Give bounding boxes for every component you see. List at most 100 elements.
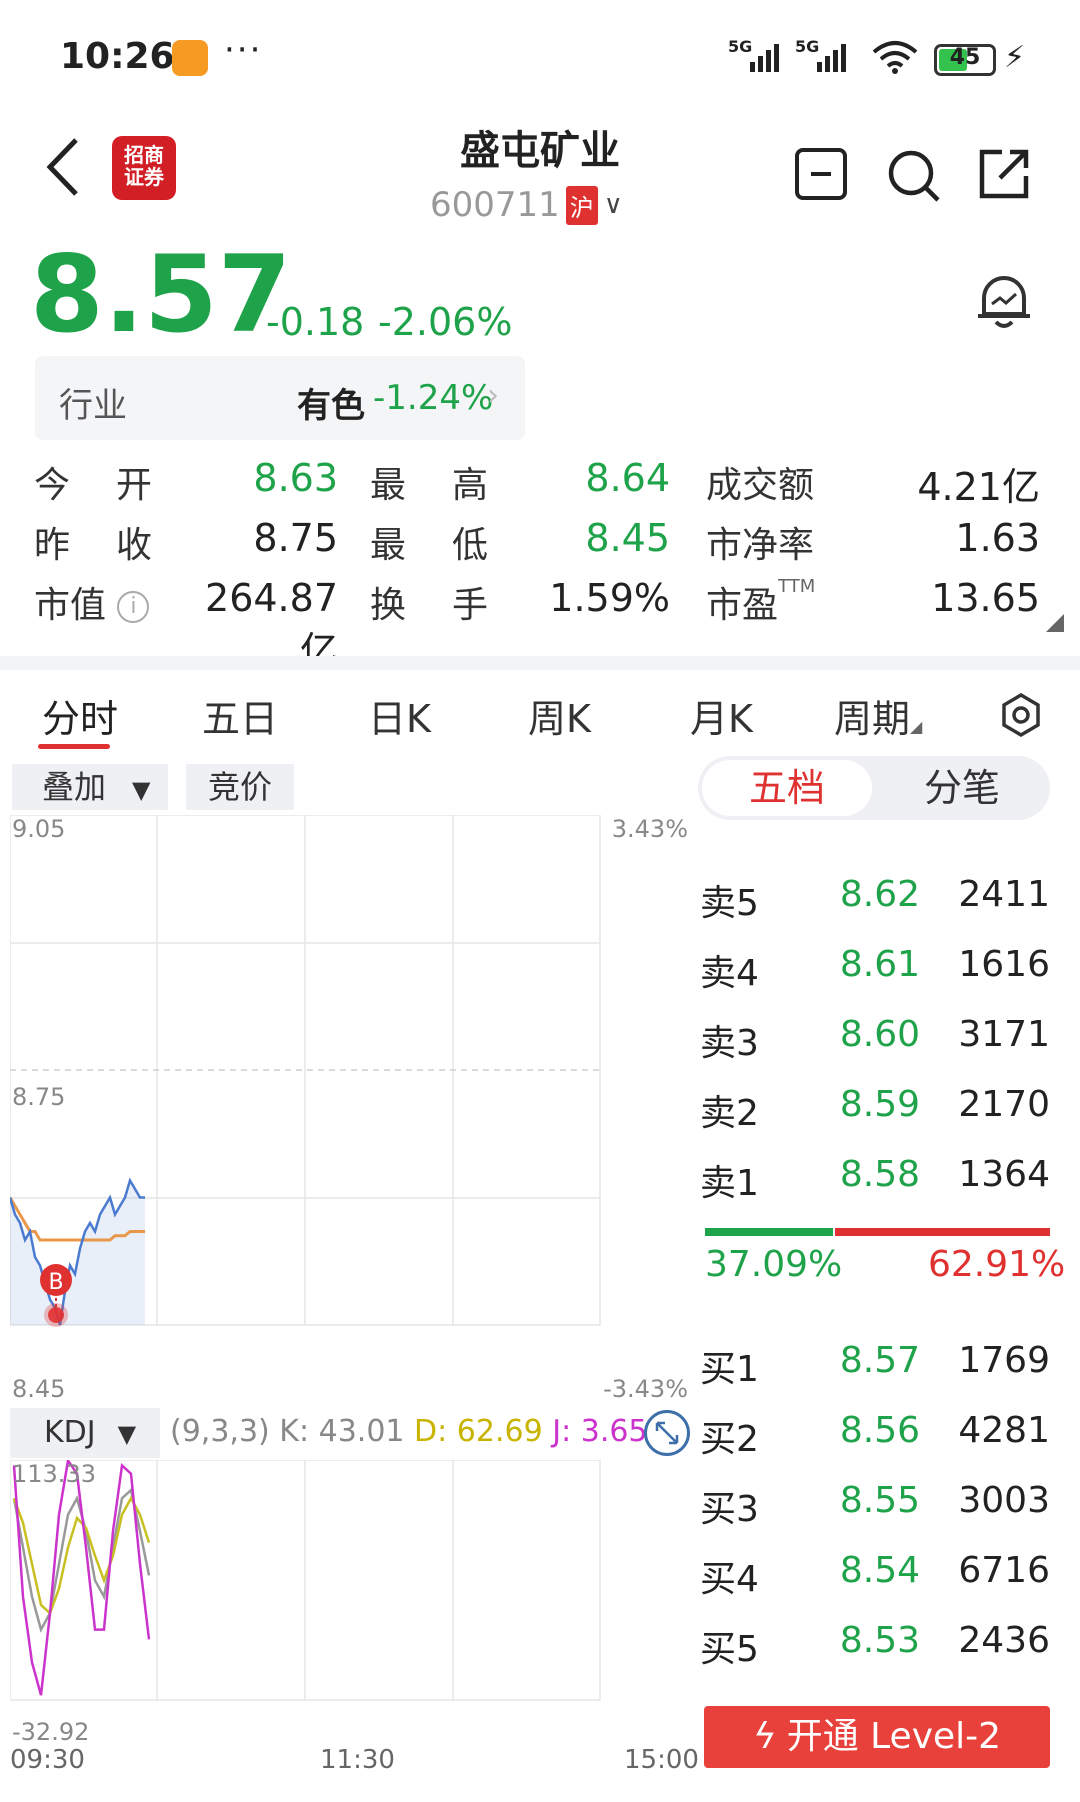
ask-row[interactable]: 卖5 8.62 2411 — [700, 866, 1050, 926]
svg-text:5G: 5G — [795, 37, 819, 56]
pe-label: 市盈TTM — [706, 576, 816, 626]
turnover-value: 1.59% — [549, 576, 670, 620]
overlay-dropdown[interactable]: 叠加 ▼ — [12, 764, 168, 810]
search-icon[interactable] — [886, 148, 942, 204]
buy-sell-ratio-bar — [705, 1228, 1050, 1236]
open-level2-button[interactable]: ϟ 开通 Level-2 — [704, 1706, 1050, 1768]
kdj-min-label: -32.92 — [12, 1718, 89, 1745]
market-cap-label[interactable]: 市值 i — [34, 576, 150, 628]
prev-close-label: 昨收 — [34, 525, 152, 566]
time-end: 15:00 — [624, 1745, 699, 1775]
stock-code-selector[interactable]: 600711 沪 ∨ — [430, 182, 623, 228]
bid-volume: 1769 — [958, 1340, 1050, 1381]
pct-axis-low: -3.43% — [603, 1375, 688, 1403]
order-book-tabs: 五档 分笔 — [698, 756, 1050, 820]
tab-intraday[interactable]: 分时 — [42, 688, 118, 743]
more-notifications-icon: ··· — [224, 30, 263, 70]
pe-value: 13.65 — [931, 576, 1040, 620]
tab-daily-k[interactable]: 日K — [368, 688, 431, 743]
chevron-down-icon: ∨ — [603, 190, 623, 220]
share-icon[interactable] — [976, 146, 1032, 202]
bid-volume: 3003 — [958, 1480, 1050, 1521]
low-value: 8.45 — [585, 516, 670, 560]
y-axis-high: 9.05 — [12, 815, 65, 843]
tab-weekly-k[interactable]: 周K — [528, 688, 591, 743]
ask-row[interactable]: 卖2 8.59 2170 — [700, 1076, 1050, 1136]
turnover-label: 换手 — [370, 585, 488, 626]
bid-volume: 4281 — [958, 1410, 1050, 1451]
ask-price: 8.62 — [839, 874, 920, 915]
bid-volume: 2436 — [958, 1620, 1050, 1661]
ask-level-label: 卖4 — [700, 953, 759, 994]
high-value: 8.64 — [585, 456, 670, 500]
ask-level-label: 卖1 — [700, 1163, 759, 1204]
tab-period[interactable]: 周期◢ — [834, 688, 922, 743]
kdj-max-label: 113.33 — [12, 1460, 96, 1488]
auction-button[interactable]: 竞价 — [186, 764, 294, 810]
open-label: 今开 — [34, 465, 152, 506]
intraday-chart[interactable]: 9.05 8.75 8.45 3.43% -3.43% B — [10, 815, 690, 1405]
ask-row[interactable]: 卖1 8.58 1364 — [700, 1146, 1050, 1206]
industry-link[interactable]: 行业 有色 -1.24% › — [35, 356, 525, 440]
tab-monthly-k[interactable]: 月K — [690, 688, 753, 743]
price-change: -0.18 — [266, 300, 365, 344]
time-mid: 11:30 — [320, 1745, 395, 1775]
ask-volume: 3171 — [958, 1014, 1050, 1055]
fullscreen-expand-icon[interactable] — [644, 1410, 690, 1456]
ask-price: 8.59 — [839, 1084, 920, 1125]
last-price: 8.57 — [30, 233, 292, 356]
settings-icon[interactable] — [998, 692, 1044, 738]
ask-level-label: 卖2 — [700, 1093, 759, 1134]
tab-five-levels[interactable]: 五档 — [702, 760, 872, 816]
kdj-chart[interactable]: 113.33 -32.92 — [10, 1460, 690, 1745]
ask-level-label: 卖3 — [700, 1023, 759, 1064]
tab-five-day[interactable]: 五日 — [202, 688, 278, 743]
ask-row[interactable]: 卖3 8.60 3171 — [700, 1006, 1050, 1066]
stock-name: 盛屯矿业 — [460, 128, 620, 174]
status-time: 10:26 — [60, 36, 175, 77]
bid-price: 8.56 — [839, 1410, 920, 1451]
price-alert-bell-icon[interactable] — [974, 270, 1034, 330]
indicator-dropdown[interactable]: KDJ ▼ — [10, 1408, 160, 1458]
tab-tick-trades[interactable]: 分笔 — [878, 760, 1046, 816]
ask-level-label: 卖5 — [700, 883, 759, 924]
status-bar: 10:26 ··· 5G 5G 45 ⚡ — [0, 0, 1080, 110]
ask-volume: 2170 — [958, 1084, 1050, 1125]
bid-row[interactable]: 买2 8.56 4281 — [700, 1402, 1050, 1462]
industry-label: 行业 — [59, 386, 127, 426]
high-label: 最高 — [370, 465, 488, 506]
back-button[interactable] — [40, 132, 90, 202]
ask-volume: 1364 — [958, 1154, 1050, 1195]
price-change-percent: -2.06% — [378, 300, 513, 344]
ask-row[interactable]: 卖4 8.61 1616 — [700, 936, 1050, 996]
wifi-icon — [872, 41, 918, 74]
bid-volume: 6716 — [958, 1550, 1050, 1591]
ask-price: 8.60 — [839, 1014, 920, 1055]
expand-quotes-icon[interactable] — [1046, 614, 1064, 632]
bid-row[interactable]: 买1 8.57 1769 — [700, 1332, 1050, 1392]
sell-ratio: 62.91% — [928, 1244, 1066, 1285]
open-value: 8.63 — [253, 456, 338, 500]
bid-row[interactable]: 买4 8.54 6716 — [700, 1542, 1050, 1602]
battery-icon: 45 — [934, 44, 996, 76]
info-icon: i — [117, 591, 150, 623]
stock-code: 600711 — [430, 185, 560, 225]
amount-value: 4.21亿 — [917, 465, 1040, 509]
svg-text:5G: 5G — [728, 37, 752, 56]
market-badge: 沪 — [565, 185, 598, 225]
svg-text:B: B — [48, 1270, 63, 1295]
signal-5g-icon: 5G — [795, 37, 846, 72]
bid-level-label: 买3 — [700, 1489, 759, 1530]
bid-row[interactable]: 买5 8.53 2436 — [700, 1612, 1050, 1672]
price-area — [10, 1180, 145, 1325]
signal-5g-icon: 5G — [728, 37, 779, 72]
pct-axis-high: 3.43% — [612, 815, 688, 843]
section-divider — [0, 656, 1080, 670]
bid-price: 8.55 — [839, 1480, 920, 1521]
active-tab-indicator — [38, 744, 110, 749]
bid-row[interactable]: 买3 8.55 3003 — [700, 1472, 1050, 1532]
charging-icon: ⚡ — [1004, 40, 1026, 75]
bid-price: 8.53 — [839, 1620, 920, 1661]
kdj-indicator-bar: KDJ ▼ (9,3,3) K: 43.01 D: 62.69 J: 3.65 — [10, 1408, 690, 1460]
remove-watchlist-button[interactable] — [795, 148, 847, 200]
